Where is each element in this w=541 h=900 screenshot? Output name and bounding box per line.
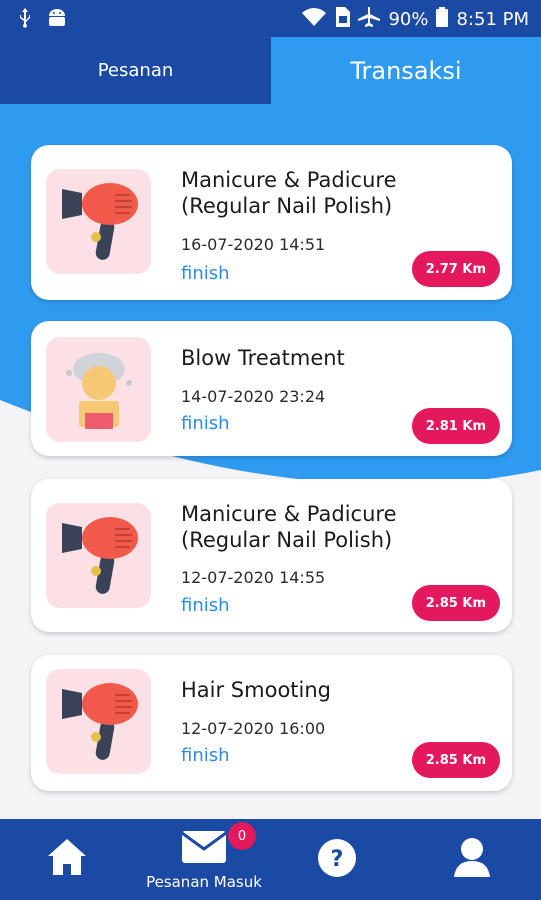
battery-percent: 90% (388, 9, 429, 30)
usb-icon (18, 8, 32, 32)
nav-profile[interactable] (436, 819, 510, 900)
transaction-status: finish (181, 595, 230, 616)
clock: 8:51 PM (456, 9, 529, 30)
battery-icon (436, 7, 449, 32)
service-title: Manicure & Padicure (Regular Nail Polish… (181, 168, 397, 218)
status-bar: 90% 8:51 PM (0, 0, 541, 37)
transaction-card[interactable]: Blow Treatment 14-07-2020 23:24 finish 2… (31, 321, 512, 456)
android-icon (46, 8, 68, 32)
tab-transaksi-label: Transaksi (350, 56, 462, 85)
service-title: Blow Treatment (181, 346, 345, 370)
transaction-card[interactable]: Manicure & Padicure (Regular Nail Polish… (31, 479, 512, 632)
transaction-status: finish (181, 263, 230, 284)
svg-text:?: ? (331, 847, 344, 872)
transaction-date: 12-07-2020 14:55 (181, 568, 326, 587)
airplane-icon (358, 7, 381, 32)
nav-home[interactable] (30, 819, 104, 900)
nav-pesanan-masuk-label: Pesanan Masuk (146, 873, 262, 891)
service-thumbnail (46, 503, 151, 608)
transaction-card[interactable]: Manicure & Padicure (Regular Nail Polish… (31, 145, 512, 300)
transaction-status: finish (181, 413, 230, 434)
tab-pesanan[interactable]: Pesanan (0, 37, 271, 104)
hair-dryer-icon (60, 675, 138, 769)
nav-help[interactable]: ? (300, 819, 374, 900)
transaction-status: finish (181, 745, 230, 766)
sim-icon (334, 7, 351, 32)
transaction-date: 14-07-2020 23:24 (181, 387, 326, 406)
service-title: Manicure & Padicure (Regular Nail Polish… (181, 502, 397, 552)
distance-badge: 2.85 Km (411, 742, 500, 778)
nav-pesanan-masuk[interactable]: Pesanan Masuk (124, 819, 284, 900)
service-title: Hair Smooting (181, 678, 331, 702)
hair-dryer-icon (60, 175, 138, 269)
hair-dryer-icon (60, 509, 138, 603)
distance-badge: 2.77 Km (411, 251, 500, 287)
transaction-date: 12-07-2020 16:00 (181, 719, 326, 738)
transaction-date: 16-07-2020 14:51 (181, 235, 326, 254)
wifi-icon (302, 8, 327, 31)
user-icon (454, 837, 490, 881)
tab-transaksi[interactable]: Transaksi (271, 37, 541, 104)
tab-pesanan-label: Pesanan (97, 60, 174, 81)
mail-icon (181, 831, 227, 867)
help-icon: ? (318, 839, 356, 881)
tab-bar: Pesanan Transaksi (0, 37, 541, 104)
distance-badge: 2.85 Km (411, 585, 500, 621)
inbox-count-badge: 0 (228, 822, 256, 850)
transaction-card[interactable]: Hair Smooting 12-07-2020 16:00 finish 2.… (31, 655, 512, 791)
hair-treatment-icon (59, 343, 139, 437)
service-thumbnail (46, 169, 151, 274)
home-icon (48, 839, 86, 879)
service-thumbnail (46, 337, 151, 442)
service-thumbnail (46, 669, 151, 774)
distance-badge: 2.81 Km (411, 408, 500, 444)
bottom-navigation: Pesanan Masuk 0 ? (0, 819, 541, 900)
